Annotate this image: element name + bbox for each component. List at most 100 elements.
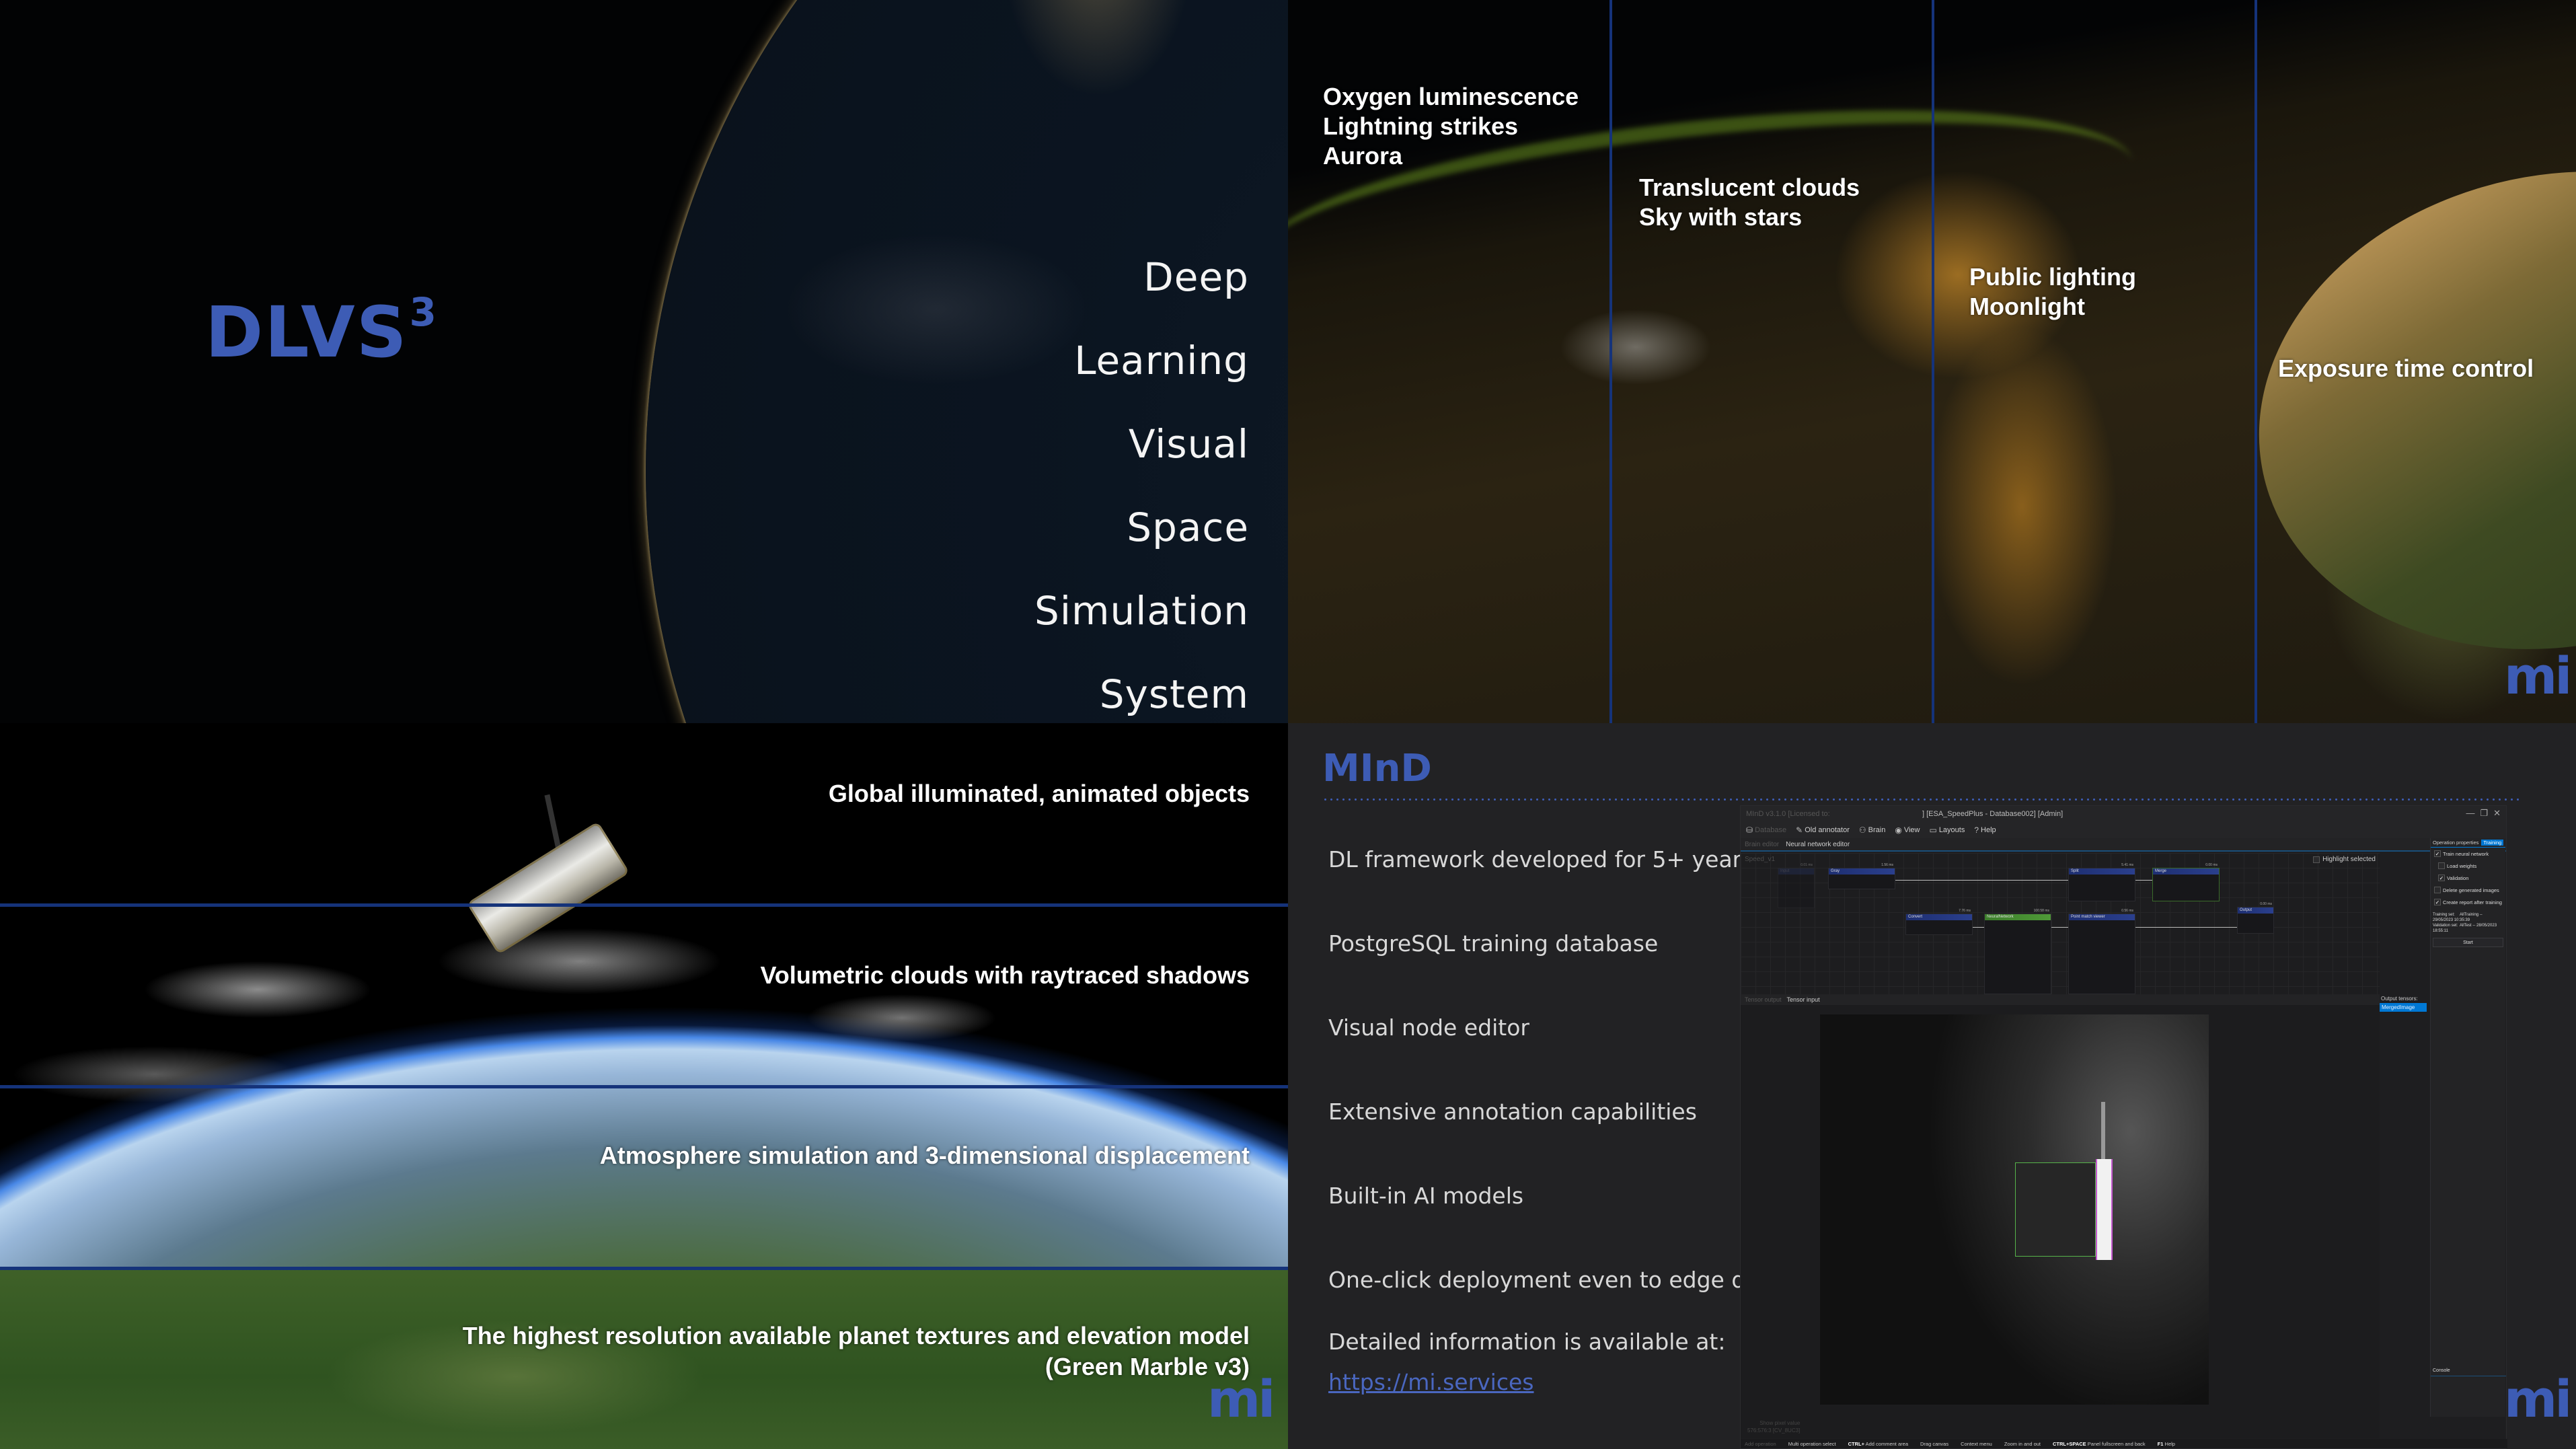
dataset-info: Training set: AllTraining -- 29/05/2023 1…: [2431, 908, 2505, 934]
acronym-word: System: [1099, 671, 1249, 717]
node-split[interactable]: Split 5.41 ms: [2068, 863, 2135, 901]
dlvs-logo: DLVS3: [205, 289, 438, 373]
node-title: Gray: [1829, 868, 1895, 875]
label-line: Lightning strikes: [1323, 112, 1519, 140]
output-tensors-list: Output tensors: MergedImage: [2380, 994, 2427, 1438]
option-validation[interactable]: ✓ Validation: [2431, 872, 2505, 884]
acronym-list: Deep Learning Visual Space Simulation Sy…: [1034, 235, 1249, 723]
label-line: The highest resolution available planet …: [462, 1322, 1250, 1349]
toolbar-view[interactable]: ◉ View: [1895, 825, 1920, 835]
option-label: Train neural network: [2443, 850, 2489, 857]
option-load-weights[interactable]: Load weights: [2431, 860, 2505, 872]
node-title: NeuralNetwork: [1985, 914, 2051, 920]
option-delete-generated-images[interactable]: Delete generated images: [2431, 884, 2505, 896]
hint-help: F1 Help: [2158, 1441, 2175, 1447]
pixel-info-label: Show pixel value: [1759, 1420, 1801, 1426]
node-input[interactable]: Input 0.01 ms: [1778, 863, 1815, 908]
checkbox-checked[interactable]: ✓: [2434, 899, 2441, 905]
label-line: (Green Marble v3): [1045, 1353, 1250, 1380]
pixel-info: Show pixel value 576:576:3 [CV_8UC3]: [1747, 1419, 1800, 1434]
node-editor-canvas[interactable]: Speed_v1 Highlight selected Input 0.01 m…: [1741, 853, 2380, 994]
option-create-report[interactable]: ✓ Create report after training: [2431, 896, 2505, 908]
node-merge[interactable]: Merge 0.00 ms: [2152, 863, 2220, 901]
checkbox-checked[interactable]: ✓: [2438, 875, 2445, 881]
hint-label: Help: [2164, 1440, 2175, 1447]
app-toolbar: ⛁ Database ✎ Old annotator ⚇ Brain ◉ View ▭ L…: [1741, 822, 2506, 838]
strip-label-exposure: Exposure time control: [2278, 354, 2534, 383]
option-train-neural-network[interactable]: ✓ Train neural network: [2431, 848, 2505, 860]
label-line: Volumetric clouds with raytraced shadows: [760, 961, 1250, 989]
validation-set-label: Validation set:: [2433, 924, 2458, 928]
connection-wire: [2135, 880, 2152, 881]
highlight-selected-toggle[interactable]: Highlight selected: [2313, 856, 2376, 863]
tab-tensor-output[interactable]: Tensor output: [1745, 996, 1782, 1003]
brain-icon: ⚇: [1858, 825, 1866, 835]
connection-wire: [2135, 927, 2237, 928]
minimize-button[interactable]: —: [2466, 808, 2474, 819]
dotted-divider: [1322, 798, 2520, 801]
annotator-icon: ✎: [1796, 825, 1803, 835]
node-point-match-viewer[interactable]: Point match viewer 0.56 ms: [2068, 909, 2135, 994]
toolbar-old-annotator[interactable]: ✎ Old annotator: [1796, 825, 1850, 835]
tab-console[interactable]: Console: [2431, 1368, 2506, 1376]
pixel-info-value: 576:576:3 [CV_8UC3]: [1747, 1427, 1801, 1434]
hint-label: Panel fullscreen and back: [2087, 1440, 2146, 1447]
checkbox[interactable]: [2434, 887, 2441, 893]
mi-services-link[interactable]: https://mi.services: [1328, 1369, 1534, 1395]
hint-key: CTRL+: [1848, 1440, 1864, 1447]
tab-training[interactable]: Training: [2481, 840, 2504, 846]
node-gray[interactable]: Gray 1.56 ms: [1828, 863, 1895, 889]
node-neuralnetwork[interactable]: NeuralNetwork 100.58 ms: [1984, 909, 2051, 994]
node-output[interactable]: Output 0.00 ms: [2237, 902, 2274, 934]
node-time: 1.56 ms: [1881, 863, 1893, 867]
tensor-image-view[interactable]: [1820, 1014, 2209, 1405]
toolbar-help[interactable]: ? Help: [1974, 825, 1996, 835]
option-label: Create report after training: [2443, 899, 2502, 905]
acronym-word: Space: [1127, 505, 1249, 550]
eye-icon: ◉: [1895, 825, 1902, 835]
properties-panel: Operation properties Training ✓ Train neu…: [2430, 838, 2506, 1417]
node-time: 0.00 ms: [2260, 902, 2272, 906]
tab-operation-properties[interactable]: Operation properties: [2433, 840, 2478, 846]
tab-tensor-input[interactable]: Tensor input: [1787, 996, 1820, 1003]
training-set-label: Training set:: [2433, 913, 2455, 917]
hint-drag-canvas: Drag canvas: [1920, 1440, 1949, 1447]
label-line: Exposure time control: [2278, 355, 2534, 382]
checkbox[interactable]: [2313, 856, 2320, 863]
label-line: Oxygen luminescence: [1323, 83, 1579, 110]
strip-divider: [1932, 0, 1934, 723]
checkbox[interactable]: [2438, 862, 2445, 869]
info-text: Detailed information is available at:: [1328, 1329, 1726, 1355]
node-title: Split: [2069, 868, 2135, 875]
label-line: Aurora: [1323, 142, 1403, 170]
hint-context-menu: Context menu: [1961, 1440, 1992, 1447]
acronym-word: Deep: [1143, 254, 1249, 300]
toolbar-database[interactable]: ⛁ Database: [1746, 825, 1786, 835]
acronym-word: Simulation: [1034, 588, 1249, 634]
label-line: Translucent clouds: [1639, 174, 1860, 201]
node-convert[interactable]: Convert 7.76 ms: [1905, 909, 1973, 935]
band-label-atmosphere: Atmosphere simulation and 3-dimensional …: [600, 1140, 1250, 1171]
tensor-panel: Tensor output Tensor input Show pixel va…: [1741, 994, 2380, 1438]
satellite-antenna: [2101, 1102, 2105, 1162]
tab-brain-editor[interactable]: Brain editor: [1745, 841, 1779, 848]
band-label-textures: The highest resolution available planet …: [463, 1321, 1250, 1382]
restore-button[interactable]: ❐: [2480, 808, 2488, 819]
tab-neural-network-editor[interactable]: Neural network editor: [1786, 841, 1850, 848]
close-button[interactable]: ✕: [2493, 808, 2501, 819]
toolbar-label: Old annotator: [1805, 826, 1850, 834]
node-time: 0.01 ms: [1801, 863, 1813, 867]
toolbar-brain[interactable]: ⚇ Brain: [1859, 825, 1885, 835]
hint-zoom: Zoom in and out: [2004, 1440, 2041, 1447]
output-tensor-item[interactable]: MergedImage: [2380, 1003, 2427, 1012]
start-training-button[interactable]: Start: [2433, 938, 2503, 947]
database-icon: ⛁: [1746, 825, 1753, 835]
hint-key: CTRL+SPACE: [2053, 1440, 2086, 1447]
network-name: Speed_v1: [1745, 856, 1776, 863]
toolbar-layouts[interactable]: ▭ Layouts: [1929, 825, 1965, 835]
connection-wire: [1973, 927, 1984, 928]
strip-divider: [1609, 0, 1612, 723]
mi-logo: mi: [2504, 646, 2572, 706]
hint-multi-select: Multi operation select: [1788, 1440, 1836, 1447]
checkbox-checked[interactable]: ✓: [2434, 850, 2441, 857]
